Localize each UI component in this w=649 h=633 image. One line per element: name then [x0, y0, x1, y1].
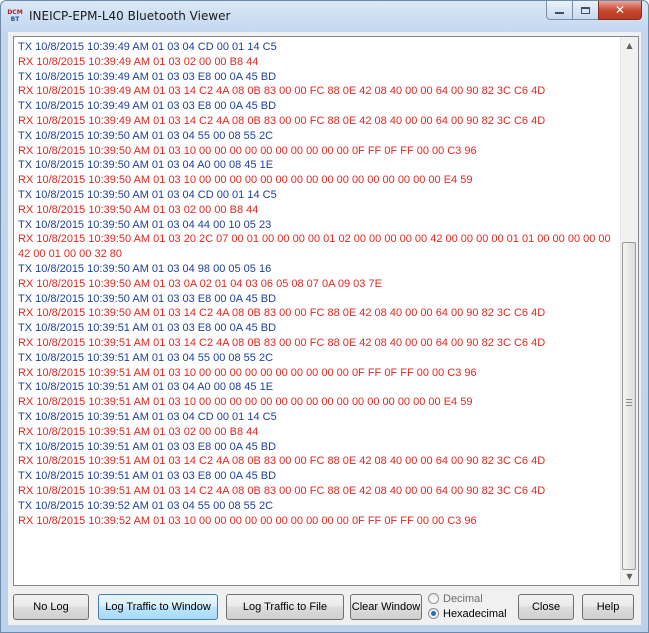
log-line-rx: RX 10/8/2015 10:39:50 AM 01 03 02 00 00 … [18, 203, 259, 216]
log-line-rx: RX 10/8/2015 10:39:51 AM 01 03 10 00 00 … [18, 396, 473, 409]
decimal-label: Decimal [443, 592, 483, 605]
log-line-rx: RX 10/8/2015 10:39:52 AM 01 03 10 00 00 … [18, 514, 477, 527]
window-title: INEICP-EPM-L40 Bluetooth Viewer [29, 9, 231, 23]
hexadecimal-label: Hexadecimal [443, 607, 507, 620]
traffic-log[interactable]: TX 10/8/2015 10:39:49 AM 01 03 04 CD 00 … [13, 36, 639, 586]
log-line-rx: RX 10/8/2015 10:39:51 AM 01 03 14 C2 4A … [18, 484, 546, 497]
caption-buttons: ✕ [546, 1, 642, 21]
hexadecimal-radio[interactable]: Hexadecimal [428, 607, 514, 620]
log-line-tx: TX 10/8/2015 10:39:51 AM 01 03 03 E8 00 … [18, 440, 277, 453]
client-area: TX 10/8/2015 10:39:49 AM 01 03 04 CD 00 … [8, 32, 641, 625]
log-line-rx: RX 10/8/2015 10:39:50 AM 01 03 20 2C 07 … [18, 233, 611, 261]
vertical-scrollbar[interactable]: ▲ ▼ [620, 37, 638, 585]
log-line-tx: TX 10/8/2015 10:39:49 AM 01 03 04 CD 00 … [18, 41, 277, 53]
log-line-tx: TX 10/8/2015 10:39:50 AM 01 03 04 98 00 … [18, 262, 272, 275]
app-icon-text-bottom: BT [10, 16, 20, 23]
log-line-rx: RX 10/8/2015 10:39:50 AM 01 03 0A 02 01 … [18, 277, 382, 290]
no-log-button[interactable]: No Log [13, 594, 89, 620]
help-button[interactable]: Help [582, 594, 634, 620]
scroll-thumb[interactable] [622, 242, 636, 570]
log-traffic-to-file-button[interactable]: Log Traffic to File [226, 594, 344, 620]
decimal-radio[interactable]: Decimal [428, 592, 514, 605]
log-line-tx: TX 10/8/2015 10:39:49 AM 01 03 03 E8 00 … [18, 70, 277, 83]
log-line-tx: TX 10/8/2015 10:39:51 AM 01 03 04 55 00 … [18, 351, 274, 364]
app-icon[interactable]: DCM BT [7, 9, 23, 23]
log-line-tx: TX 10/8/2015 10:39:50 AM 01 03 04 55 00 … [18, 129, 274, 142]
close-window-button[interactable]: ✕ [598, 1, 642, 20]
log-line-tx: TX 10/8/2015 10:39:50 AM 01 03 03 E8 00 … [18, 292, 277, 305]
scroll-down-button[interactable]: ▼ [621, 568, 638, 585]
log-line-rx: RX 10/8/2015 10:39:49 AM 01 03 14 C2 4A … [18, 114, 546, 127]
log-traffic-to-window-button[interactable]: Log Traffic to Window [98, 594, 218, 620]
minimize-button[interactable] [546, 1, 572, 20]
clear-window-button[interactable]: Clear Window [350, 594, 422, 620]
title-bar[interactable]: DCM BT INEICP-EPM-L40 Bluetooth Viewer ✕ [1, 1, 648, 31]
grip-icon [626, 399, 632, 408]
log-line-rx: RX 10/8/2015 10:39:50 AM 01 03 14 C2 4A … [18, 307, 546, 320]
log-line-tx: TX 10/8/2015 10:39:50 AM 01 03 04 44 00 … [18, 218, 272, 231]
close-button[interactable]: Close [518, 594, 574, 620]
log-line-rx: RX 10/8/2015 10:39:50 AM 01 03 10 00 00 … [18, 174, 473, 187]
hexadecimal-radio-dot[interactable] [428, 608, 439, 619]
log-line-rx: RX 10/8/2015 10:39:51 AM 01 03 02 00 00 … [18, 425, 259, 438]
log-line-tx: TX 10/8/2015 10:39:49 AM 01 03 03 E8 00 … [18, 100, 277, 113]
log-line-rx: RX 10/8/2015 10:39:51 AM 01 03 14 C2 4A … [18, 455, 546, 468]
chevron-down-icon: ▼ [626, 572, 633, 581]
log-line-tx: TX 10/8/2015 10:39:51 AM 01 03 03 E8 00 … [18, 322, 277, 335]
chevron-up-icon: ▲ [626, 41, 633, 50]
close-icon: ✕ [614, 3, 626, 17]
app-icon-text-top: DCM [7, 9, 23, 16]
log-line-rx: RX 10/8/2015 10:39:49 AM 01 03 14 C2 4A … [18, 85, 546, 98]
log-line-tx: TX 10/8/2015 10:39:50 AM 01 03 04 CD 00 … [18, 188, 277, 201]
log-line-rx: RX 10/8/2015 10:39:50 AM 01 03 10 00 00 … [18, 144, 477, 157]
log-line-tx: TX 10/8/2015 10:39:52 AM 01 03 04 55 00 … [18, 499, 274, 512]
minimize-icon [555, 12, 564, 14]
log-line-tx: TX 10/8/2015 10:39:51 AM 01 03 03 E8 00 … [18, 470, 277, 483]
maximize-icon [581, 6, 590, 14]
log-line-tx: TX 10/8/2015 10:39:51 AM 01 03 04 CD 00 … [18, 410, 277, 423]
log-line-rx: RX 10/8/2015 10:39:51 AM 01 03 14 C2 4A … [18, 336, 546, 349]
maximize-button[interactable] [572, 1, 598, 20]
decimal-radio-dot[interactable] [428, 593, 439, 604]
log-line-rx: RX 10/8/2015 10:39:49 AM 01 03 02 00 00 … [18, 55, 259, 68]
scroll-up-button[interactable]: ▲ [621, 37, 638, 54]
log-line-tx: TX 10/8/2015 10:39:50 AM 01 03 04 A0 00 … [18, 159, 274, 172]
app-window: DCM BT INEICP-EPM-L40 Bluetooth Viewer ✕… [0, 0, 649, 633]
button-row: No Log Log Traffic to Window Log Traffic… [8, 590, 641, 622]
number-format-group: Decimal Hexadecimal [428, 592, 514, 622]
log-line-tx: TX 10/8/2015 10:39:51 AM 01 03 04 A0 00 … [18, 381, 274, 394]
log-line-rx: RX 10/8/2015 10:39:51 AM 01 03 10 00 00 … [18, 366, 477, 379]
log-lines: TX 10/8/2015 10:39:49 AM 01 03 04 CD 00 … [18, 40, 621, 528]
